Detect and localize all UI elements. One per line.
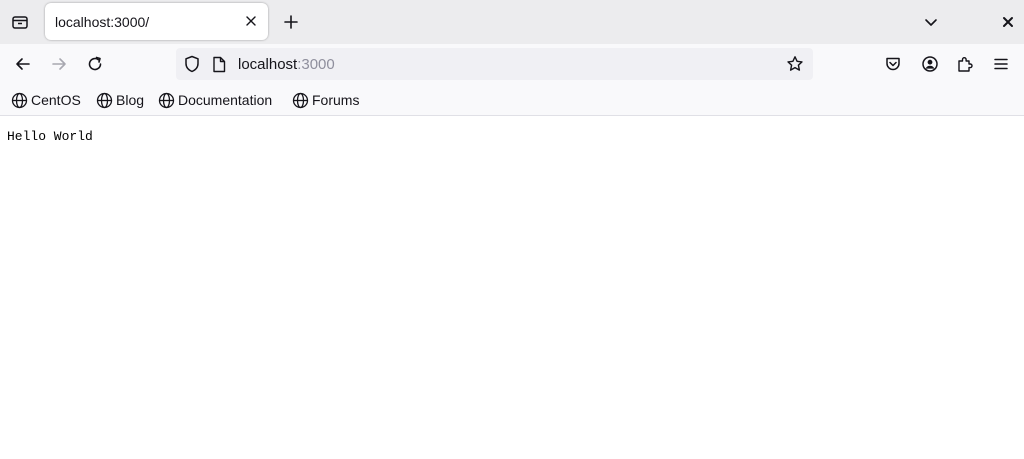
- globe-icon: [11, 92, 28, 108]
- arrow-left-icon: [16, 58, 30, 70]
- bookmark-label: Documentation: [178, 92, 273, 108]
- bookmarks-toolbar: CentOS Blog Documentation Forums: [0, 84, 1024, 116]
- bookmark-documentation[interactable]: Documentation: [158, 91, 272, 109]
- back-button[interactable]: [9, 50, 37, 78]
- hamburger-icon: [994, 58, 1008, 70]
- url-port: :3000: [297, 56, 335, 73]
- application-menu-button[interactable]: [987, 50, 1015, 78]
- page-content: Hello World: [0, 116, 1024, 459]
- plus-icon: [284, 15, 298, 29]
- bookmark-label: CentOS: [31, 92, 81, 108]
- arrow-right-icon: [52, 58, 66, 70]
- page-icon: [213, 56, 226, 72]
- pocket-button[interactable]: [879, 50, 907, 78]
- bookmark-label: Blog: [116, 92, 145, 108]
- tab-list-icon: [12, 16, 28, 29]
- bookmark-label: Forums: [312, 92, 360, 108]
- puzzle-icon: [958, 57, 973, 72]
- bookmark-centos[interactable]: CentOS: [11, 91, 81, 109]
- url-host: localhost: [238, 56, 298, 73]
- tab-list-button[interactable]: [6, 8, 34, 36]
- close-window-button[interactable]: [994, 8, 1022, 36]
- close-tab-button[interactable]: [241, 11, 261, 31]
- url-text[interactable]: localhost:3000: [238, 56, 335, 73]
- address-bar[interactable]: localhost:3000: [176, 48, 813, 80]
- navigation-toolbar: localhost:3000: [0, 44, 1024, 84]
- bookmark-blog[interactable]: Blog: [96, 91, 144, 109]
- page-text: Hello World: [7, 129, 93, 144]
- shield-icon: [185, 55, 199, 73]
- globe-icon: [96, 92, 113, 108]
- new-tab-button[interactable]: [277, 8, 305, 36]
- extensions-button[interactable]: [951, 50, 979, 78]
- tracking-protection-button[interactable]: [182, 54, 202, 74]
- tab-title: localhost:3000/: [55, 14, 150, 30]
- account-button[interactable]: [916, 50, 944, 78]
- globe-icon: [292, 92, 309, 108]
- globe-icon: [158, 92, 175, 108]
- page-info-button[interactable]: [209, 54, 229, 74]
- account-icon: [922, 56, 938, 72]
- chevron-down-icon: [925, 19, 937, 26]
- forward-button[interactable]: [45, 50, 73, 78]
- bookmark-page-button[interactable]: [783, 52, 807, 76]
- pocket-icon: [886, 57, 900, 71]
- close-icon: [246, 16, 256, 26]
- reload-icon: [88, 56, 102, 71]
- bookmark-forums[interactable]: Forums: [292, 91, 359, 109]
- reload-button[interactable]: [81, 50, 109, 78]
- tab-active[interactable]: localhost:3000/: [45, 3, 268, 40]
- list-all-tabs-button[interactable]: [917, 8, 945, 36]
- close-icon: [1003, 17, 1013, 27]
- star-icon: [787, 56, 803, 71]
- tab-strip: localhost:3000/: [0, 0, 1024, 44]
